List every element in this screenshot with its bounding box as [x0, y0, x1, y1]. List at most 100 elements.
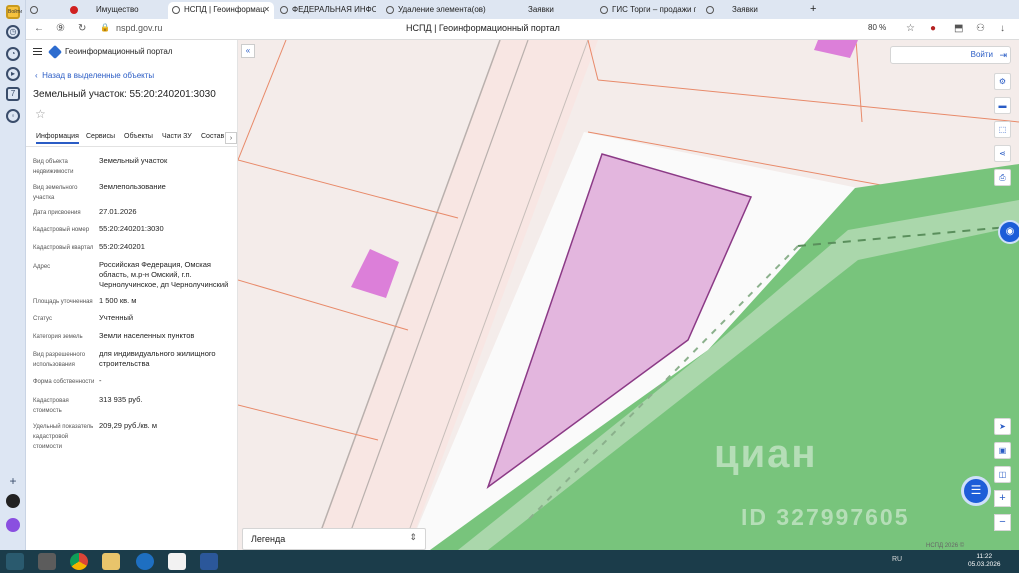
map-attribution: НСПД 2026 © — [926, 543, 965, 549]
clock-time: 11:22 — [976, 553, 993, 560]
tab-gis-torgi[interactable]: ГИС Торги – продажи гос — [596, 2, 696, 19]
prop-label: Вид земельного участка — [33, 185, 78, 201]
tab-nspd[interactable]: НСПД | Геоинформац ✕ — [168, 2, 274, 19]
language-indicator[interactable]: RU — [892, 556, 902, 563]
video-icon[interactable]: ▸ — [6, 67, 20, 81]
tab-shield[interactable] — [26, 2, 48, 19]
chat-button[interactable]: ☰ — [961, 476, 991, 506]
map-canvas[interactable] — [238, 40, 1019, 550]
tab-fias[interactable]: ФЕДЕРАЛЬНАЯ ИНФОРМ — [276, 2, 376, 19]
collapse-panel-button[interactable]: « — [241, 44, 255, 58]
history-icon[interactable]: ◷ — [6, 25, 20, 39]
parcel-line — [238, 40, 287, 161]
tab-property[interactable]: Имущество — [80, 2, 168, 19]
locate-icon[interactable]: ➤ — [994, 418, 1011, 435]
prop-label: Дата присвоения — [33, 210, 81, 216]
portal-header: Геоинформационный портал — [26, 40, 237, 65]
bookmark-star-icon[interactable]: ☆ — [906, 23, 915, 34]
start-button[interactable] — [6, 553, 24, 570]
back-link[interactable]: ‹ Назад в выделенные объекты — [35, 71, 154, 80]
timer-icon[interactable]: ◔ — [6, 47, 20, 61]
media-app-icon[interactable] — [38, 553, 56, 570]
map-view[interactable]: « Войти ⇥ ⚙ ▬ ⬚ ⋖ ⎙ ◉ ➤ ▣ ◫ ☰ + − циан I… — [238, 40, 1019, 550]
prop-value: 1 500 кв. м — [99, 296, 137, 305]
tab-delete[interactable]: Удаление элемента(ов) и — [382, 2, 486, 19]
tab-services[interactable]: Сервисы — [86, 133, 115, 140]
new-tab-button[interactable]: + — [806, 2, 824, 19]
tab-composition[interactable]: Состав — [201, 133, 224, 140]
prop-value: Земли населенных пунктов — [99, 331, 195, 340]
shield-icon — [30, 6, 38, 14]
parcel-line — [597, 79, 1019, 123]
downloads-icon[interactable]: ⬒ — [954, 23, 963, 34]
calendar-icon[interactable]: 7 — [6, 87, 20, 101]
small-parcel[interactable] — [351, 249, 399, 298]
legend-dropdown[interactable]: Легенда ⇕ — [242, 528, 426, 550]
select-area-icon[interactable]: ⬚ — [994, 121, 1011, 138]
tab-label: Имущество — [96, 5, 139, 14]
url-field[interactable]: nspd.gov.ru — [116, 23, 162, 33]
clock[interactable]: 11:22 05.03.2026 — [968, 553, 1001, 569]
tab-requests-2[interactable]: Заявки — [702, 2, 792, 19]
yandex-login-icon[interactable]: Войти — [6, 5, 22, 19]
tab-label: ГИС Торги – продажи гос — [612, 5, 696, 14]
favorite-star-icon[interactable]: ☆ — [35, 107, 46, 121]
prop-label: Кадастровый квартал — [33, 245, 94, 251]
clock-date: 05.03.2026 — [968, 561, 1001, 568]
yandex-browser-icon[interactable] — [168, 553, 186, 570]
zoom-level[interactable]: 80 % — [868, 23, 886, 32]
ruler-icon[interactable]: ▬ — [994, 97, 1011, 114]
prop-label: Площадь уточненная — [33, 299, 93, 305]
prop-value: 27.01.2026 — [99, 207, 137, 216]
object-title: Земельный участок: 55:20:240201:3030 — [33, 89, 216, 100]
tab-bar: Имущество НСПД | Геоинформац ✕ ФЕДЕРАЛЬНА… — [26, 0, 1019, 19]
back-arrow-icon[interactable]: ← — [34, 23, 44, 34]
login-button[interactable]: Войти ⇥ — [890, 46, 1011, 64]
menu-icon[interactable] — [33, 48, 42, 55]
tab-requests[interactable]: Заявки — [512, 2, 592, 19]
parcel-line — [238, 404, 379, 441]
address-bar: ← ⑨ ↻ 🔒 nspd.gov.ru НСПД | Геоинформацио… — [26, 19, 1019, 40]
word-icon[interactable] — [200, 553, 218, 570]
chevron-right-icon[interactable]: › — [225, 132, 237, 144]
close-icon[interactable]: ✕ — [263, 2, 270, 17]
login-icon: ⇥ — [999, 50, 1007, 60]
prop-value: Учтенный — [99, 313, 134, 322]
prop-label: Вид объекта недвижимости — [33, 159, 74, 175]
page-title: НСПД | Геоинформационный портал — [406, 23, 560, 33]
tab-objects[interactable]: Объекты — [124, 133, 153, 140]
ie-icon[interactable] — [136, 553, 154, 570]
prop-label: Категория земель — [33, 334, 83, 340]
profile-icon[interactable]: ⚇ — [976, 23, 985, 34]
browser-sidebar: Войти ◷ ◔ ▸ 7 ◦ + — [0, 0, 26, 550]
alice-icon[interactable] — [6, 494, 20, 508]
download-arrow-icon[interactable]: ↓ — [1000, 23, 1005, 34]
zoom-in-button[interactable]: + — [994, 490, 1011, 507]
prop-value: 55:20:240201 — [99, 242, 145, 251]
small-parcel[interactable] — [814, 40, 858, 58]
layers-icon[interactable]: ⚙ — [994, 73, 1011, 90]
tab-parts[interactable]: Части ЗУ — [162, 133, 192, 140]
assistant-icon[interactable] — [6, 518, 20, 532]
extension-icon[interactable]: ● — [930, 23, 936, 34]
tab-information[interactable]: Информация — [36, 133, 79, 144]
rtc-favicon-icon — [70, 6, 78, 14]
add-icon[interactable]: + — [6, 474, 20, 488]
tab-label: Заявки — [528, 5, 554, 14]
explorer-icon[interactable] — [102, 553, 120, 570]
yandex-icon[interactable]: ⑨ — [56, 23, 65, 34]
basemap-icon[interactable]: ◫ — [994, 466, 1011, 483]
share-icon[interactable]: ⋖ — [994, 145, 1011, 162]
tab-label: ФЕДЕРАЛЬНАЯ ИНФОРМ — [292, 5, 376, 14]
prop-value: Российская Федерация, Омская область, м.… — [99, 260, 229, 289]
info-panel: Геоинформационный портал ‹ Назад в выдел… — [26, 40, 238, 550]
map-type-icon[interactable]: ▣ — [994, 442, 1011, 459]
chat-badge-icon[interactable]: ◉ — [998, 220, 1019, 244]
reload-icon[interactable]: ↻ — [78, 23, 86, 34]
bookmark-icon[interactable]: ◦ — [6, 109, 20, 123]
taskbar: RU 11:22 05.03.2026 — [0, 550, 1019, 573]
print-icon[interactable]: ⎙ — [994, 169, 1011, 186]
prop-label: Форма собственности — [33, 379, 95, 385]
chrome-icon[interactable] — [70, 553, 88, 570]
zoom-out-button[interactable]: − — [994, 514, 1011, 531]
